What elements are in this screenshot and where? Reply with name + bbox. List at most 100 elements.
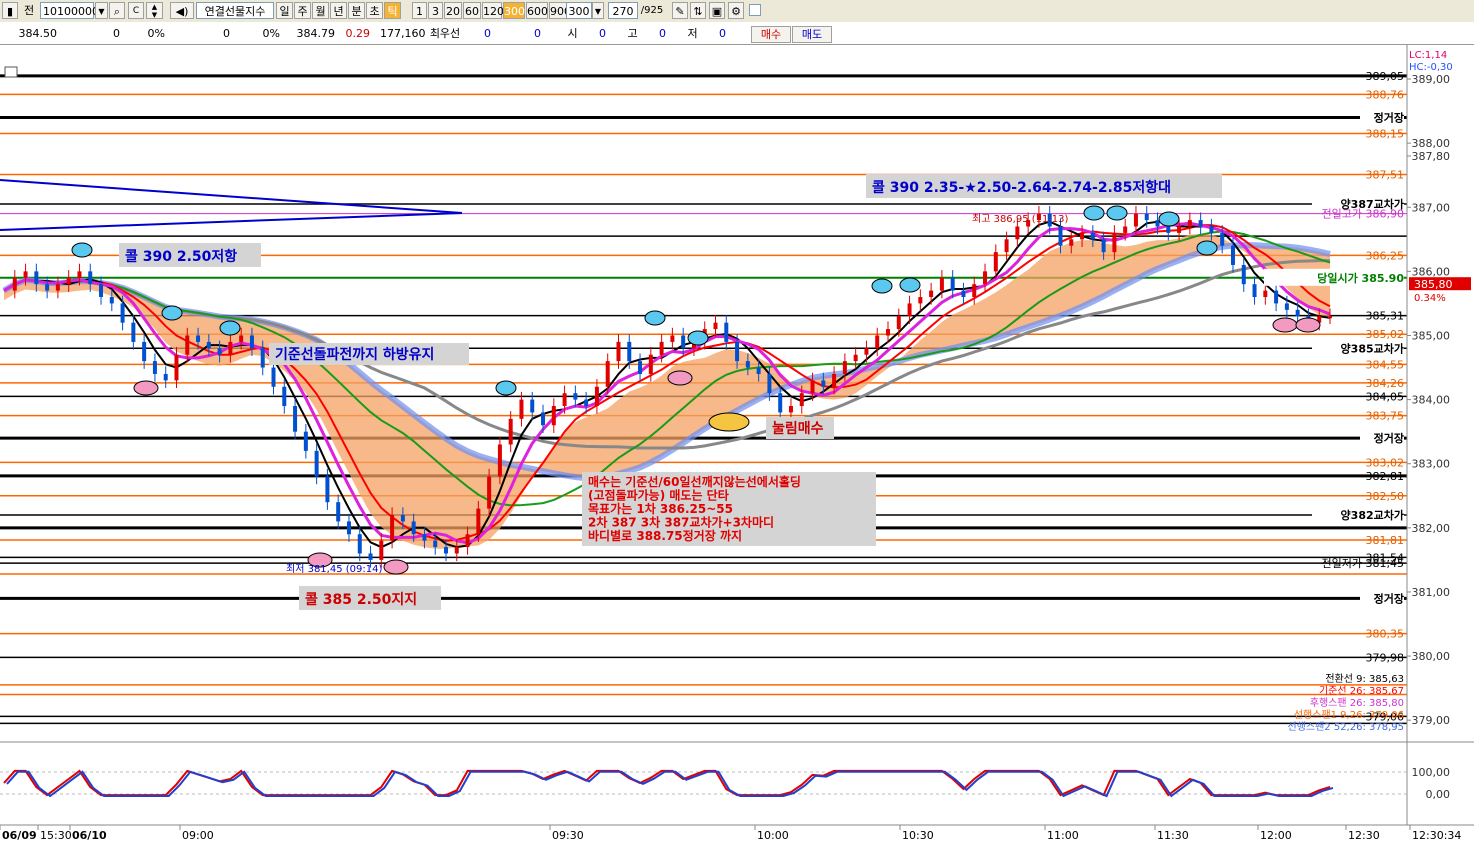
candle-body-79	[853, 354, 858, 362]
candle-body-36	[390, 515, 395, 541]
candle-body-42	[454, 547, 459, 554]
candle-body-83	[896, 316, 901, 330]
gear-icon[interactable]: ⚙	[728, 2, 744, 19]
top-marker-0	[71, 242, 93, 258]
candle-body-74	[799, 393, 804, 407]
period-tab-0[interactable]: 일	[276, 2, 293, 19]
quote-field-4: 0%	[262, 27, 280, 40]
period-tab-2[interactable]: 월	[312, 2, 329, 19]
interval-tab-600[interactable]: 600	[526, 2, 548, 19]
period-tab-3[interactable]: 년	[330, 2, 347, 19]
level-label-8: 386,25	[1366, 249, 1405, 262]
level-label-9: 당일시가 385.90	[1317, 271, 1404, 285]
period-tab-1[interactable]: 주	[294, 2, 311, 19]
interval-tab-60[interactable]: 60	[463, 2, 481, 19]
period-tab-6[interactable]: 틱	[384, 2, 401, 19]
interval-input[interactable]: 300	[566, 2, 592, 19]
x-tick-label-6: 10:30	[902, 829, 934, 842]
level-label-17: 정거장	[1374, 431, 1404, 445]
interval-tab-1[interactable]: 1	[412, 2, 427, 19]
candle-body-100	[1080, 232, 1085, 240]
candle-body-103	[1112, 232, 1117, 253]
code-dropdown-icon[interactable]: ▼	[95, 2, 108, 19]
right-tick-label-4: 386,00	[1412, 265, 1451, 278]
interval-tab-120[interactable]: 120	[482, 2, 504, 19]
period-tab-4[interactable]: 분	[348, 2, 365, 19]
interval-tab-300[interactable]: 300	[503, 2, 525, 19]
interval-dropdown-icon[interactable]: ▼	[592, 2, 604, 19]
bottom-marker-5	[1295, 317, 1321, 333]
candle-body-43	[465, 534, 470, 548]
interval-tab-20[interactable]: 20	[444, 2, 462, 19]
candle-body-31	[336, 502, 341, 522]
level-label-28: 380,35	[1366, 628, 1405, 641]
candle-body-98	[1058, 226, 1063, 246]
candle-body-86	[929, 290, 934, 298]
code-c-icon[interactable]: C	[128, 2, 144, 19]
candle-body-22	[239, 335, 244, 342]
option-checkbox[interactable]	[749, 4, 761, 16]
legend-item-2: 후행스팬 26: 385,80	[1310, 697, 1404, 709]
indicator-icon[interactable]: ⇅	[690, 2, 706, 19]
candle-body-7	[77, 271, 82, 278]
right-tick-label-7: 383,00	[1412, 458, 1451, 471]
sell-button[interactable]: 매도	[792, 26, 832, 43]
level-label-14: 384,26	[1366, 377, 1405, 390]
quote-field-6: 0.29	[345, 27, 371, 40]
x-tick-label-10: 12:30	[1348, 829, 1380, 842]
candle-body-5	[55, 284, 60, 291]
level-label-16: 383,75	[1366, 410, 1405, 423]
quote-field-16: 0	[719, 27, 726, 40]
top-marker-8	[1083, 205, 1105, 221]
candle-body-68	[735, 341, 740, 362]
candle-body-67	[724, 322, 729, 342]
interval-tab-3[interactable]: 3	[428, 2, 443, 19]
candle-body-4	[45, 284, 50, 291]
candle-body-40	[433, 540, 438, 548]
count-input[interactable]: 270	[608, 2, 638, 19]
level-label-1: 388,76	[1366, 88, 1405, 101]
candle-body-94	[1015, 226, 1020, 240]
quote-field-2: 0%	[147, 27, 165, 40]
period-tab-5[interactable]: 초	[366, 2, 383, 19]
chart-type-icon[interactable]: ▮	[2, 2, 18, 19]
candle-body-48	[519, 399, 524, 419]
x-tick-label-2: 06/10	[72, 829, 107, 842]
price-chart[interactable]: 389,05388,76정거장388,15387,51양387교차가전일고가 3…	[0, 45, 1474, 844]
x-tick-label-7: 11:00	[1047, 829, 1079, 842]
candle-body-38	[411, 521, 416, 535]
candle-body-8	[88, 271, 93, 285]
code-input[interactable]: 10100000	[40, 2, 99, 19]
buy-button[interactable]: 매수	[751, 26, 791, 43]
annotation-low: 최저 381,45 (09:14)	[286, 563, 382, 575]
quote-field-1: 0	[113, 27, 120, 40]
search-icon[interactable]: ⌕	[109, 2, 125, 19]
candle-body-120	[1295, 309, 1300, 317]
right-tick-label-10: 380,00	[1412, 650, 1451, 663]
candle-body-9	[99, 284, 104, 298]
candle-body-78	[842, 361, 847, 374]
level-label-21: 양382교차가	[1341, 508, 1404, 522]
candle-body-46	[497, 444, 502, 477]
level-label-10: 385,31	[1366, 310, 1405, 323]
quote-field-12: 0	[599, 27, 606, 40]
candle-body-44	[476, 508, 481, 535]
candle-body-91	[983, 271, 988, 285]
tool-icon[interactable]: ✎	[672, 2, 688, 19]
hc-label: HC:-0,30	[1409, 62, 1453, 73]
top-marker-3	[495, 380, 517, 396]
top-marker-9	[1106, 205, 1128, 221]
spin-icon[interactable]: ▲ ▼	[146, 2, 163, 19]
candle-body-89	[961, 290, 966, 298]
speaker-icon[interactable]: ◀)	[170, 2, 194, 19]
candle-body-26	[282, 386, 287, 407]
candle-body-58	[627, 341, 632, 362]
grid-icon	[4, 66, 18, 78]
candle-body-17	[185, 335, 190, 355]
save-icon[interactable]: ▣	[709, 2, 725, 19]
quote-field-7: 177,160	[380, 27, 426, 40]
candle-body-13	[142, 341, 147, 362]
x-tick-label-4: 09:30	[552, 829, 584, 842]
level-label-2: 정거장	[1374, 110, 1404, 124]
x-tick-label-9: 12:00	[1260, 829, 1292, 842]
